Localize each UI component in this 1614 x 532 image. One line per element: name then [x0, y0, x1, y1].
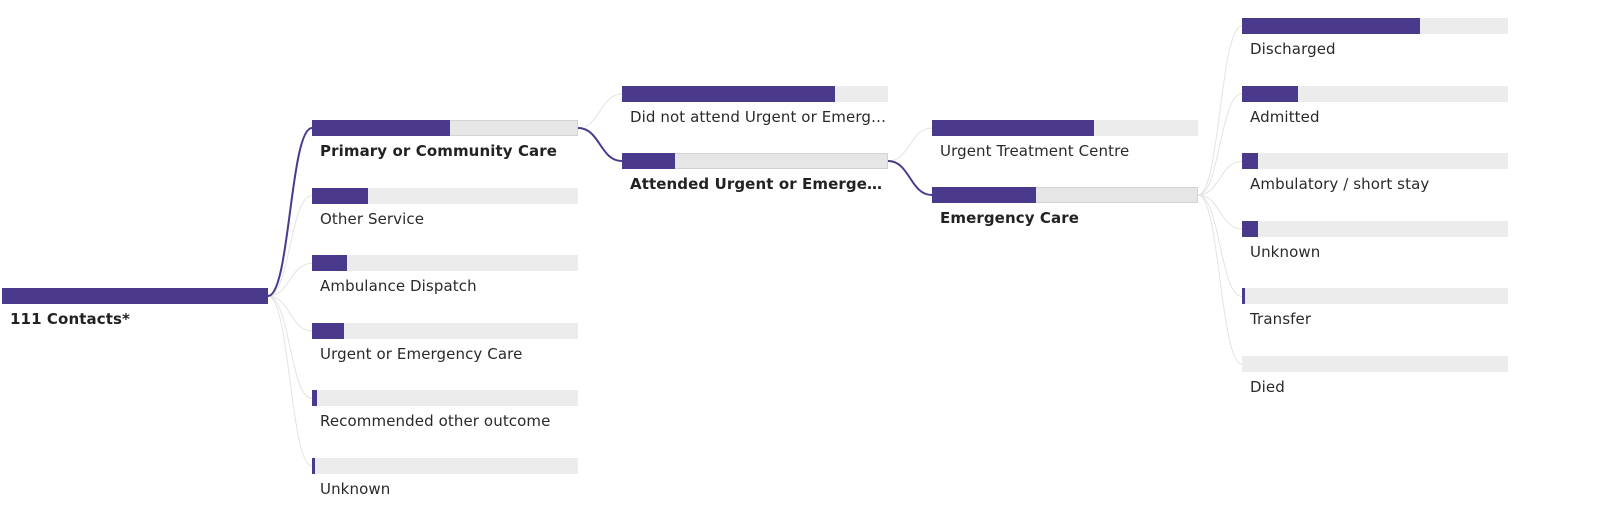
tree-node-l4-died[interactable]: Died [1242, 356, 1508, 396]
tree-node-l1-ambulance[interactable]: Ambulance Dispatch [312, 255, 578, 295]
tree-node-l4-transfer[interactable]: Transfer [1242, 288, 1508, 328]
node-bar-track [312, 322, 578, 339]
node-bar-fill [2, 288, 268, 304]
node-label: Did not attend Urgent or Emergen… [630, 108, 888, 126]
node-bar-fill [932, 120, 1095, 136]
tree-node-l4-discharged[interactable]: Discharged [1242, 18, 1508, 58]
link-l3-emergency-to-l4-died [1197, 194, 1243, 365]
node-label: Emergency Care [940, 209, 1080, 227]
node-label: Other Service [320, 209, 425, 228]
tree-node-l2-didnot[interactable]: Did not attend Urgent or Emergen… [622, 86, 888, 126]
tree-node-l4-unknown[interactable]: Unknown [1242, 220, 1508, 261]
node-bar-fill [312, 322, 344, 339]
tree-node-l1-unknown[interactable]: Unknown [312, 458, 578, 498]
node-bar-fill [1242, 220, 1258, 237]
tree-node-l1-other[interactable]: Other Service [312, 187, 578, 228]
tree-node-l4-ambulatory[interactable]: Ambulatory / short stay [1242, 153, 1508, 193]
node-bar-track [312, 255, 578, 272]
link-l3-emergency-to-l4-discharged [1197, 25, 1243, 196]
node-bar-fill [312, 255, 347, 272]
node-bar-fill [1242, 85, 1298, 102]
node-label: 111 Contacts* [10, 310, 130, 328]
node-bar-fill [312, 390, 318, 407]
node-bar-track [1242, 356, 1508, 372]
node-label: Died [1250, 378, 1285, 396]
node-bar-fill [312, 120, 451, 136]
link-l2-attended-to-l3-utc [887, 127, 933, 162]
link-l1-primary-to-l2-attended [577, 127, 623, 162]
node-bar-fill [932, 187, 1036, 203]
link-root-to-l1-primary [267, 127, 313, 297]
node-label: Ambulance Dispatch [320, 277, 477, 296]
node-bar-track [622, 86, 888, 102]
node-label: Admitted [1250, 107, 1320, 126]
link-l1-primary-to-l2-didnot [577, 93, 623, 129]
tree-node-l3-utc[interactable]: Urgent Treatment Centre [932, 120, 1198, 160]
node-bar-track [312, 120, 578, 136]
node-label: Attended Urgent or Emergency C… [630, 175, 888, 193]
decomposition-tree: 111 Contacts* Primary or Community Care Ot… [0, 0, 1614, 532]
node-bar-fill [1242, 18, 1421, 34]
node-bar-track [932, 120, 1198, 136]
tree-node-root[interactable]: 111 Contacts* [2, 288, 268, 328]
node-label: Urgent or Emergency Care [320, 344, 523, 363]
node-bar-fill [1242, 153, 1258, 170]
node-bar-track [1242, 220, 1508, 237]
tree-node-l1-recommended[interactable]: Recommended other outcome [312, 390, 578, 430]
node-bar-track [2, 288, 268, 304]
node-label: Urgent Treatment Centre [940, 142, 1130, 160]
node-label: Transfer [1250, 310, 1312, 329]
node-bar-fill [622, 153, 676, 169]
node-bar-track [312, 458, 578, 474]
node-label: Unknown [1250, 242, 1321, 261]
node-label: Unknown [320, 480, 391, 498]
node-bar-fill [312, 187, 368, 204]
node-bar-fill [1242, 288, 1245, 305]
node-bar-track [312, 187, 578, 204]
tree-node-l1-urgent[interactable]: Urgent or Emergency Care [312, 322, 578, 363]
tree-node-l1-primary[interactable]: Primary or Community Care [312, 120, 578, 160]
node-label: Primary or Community Care [320, 142, 558, 160]
node-bar-track [1242, 18, 1508, 34]
tree-node-l2-attended[interactable]: Attended Urgent or Emergency C… [622, 153, 888, 193]
link-root-to-l1-unknown [267, 295, 313, 467]
node-label: Discharged [1250, 40, 1336, 58]
node-bar-track [622, 153, 888, 169]
node-label: Recommended other outcome [320, 412, 551, 431]
tree-node-l4-admitted[interactable]: Admitted [1242, 85, 1508, 126]
node-bar-track [312, 390, 578, 407]
node-bar-track [1242, 153, 1508, 170]
tree-node-l3-emergency[interactable]: Emergency Care [932, 187, 1198, 227]
tree-links [267, 25, 1243, 467]
node-bar-track [1242, 288, 1508, 305]
node-label: Ambulatory / short stay [1250, 175, 1430, 194]
link-l2-attended-to-l3-emergency [887, 160, 933, 196]
node-bar-fill [622, 86, 835, 102]
node-bar-track [1242, 85, 1508, 102]
node-bar-track [932, 187, 1198, 203]
node-bar-fill [312, 458, 315, 474]
